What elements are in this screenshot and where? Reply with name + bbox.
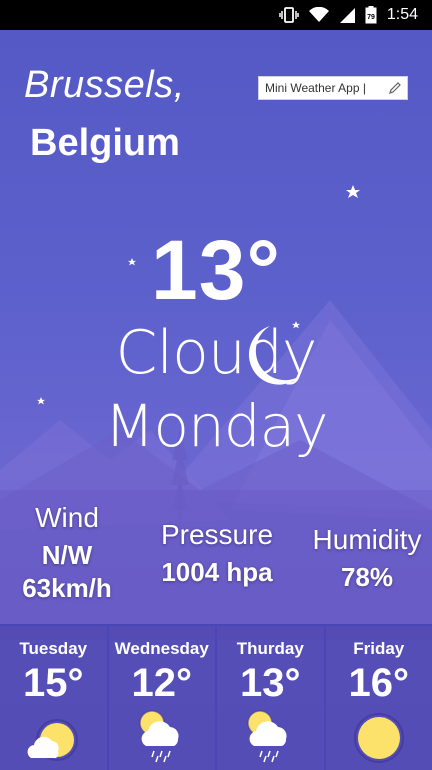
wifi-icon [308, 7, 329, 22]
pressure-label: Pressure [160, 519, 274, 550]
search-field[interactable] [258, 76, 408, 100]
forecast-strip: Tuesday 15° Wednesday 12° Thurday 13° Fr… [0, 624, 432, 770]
wind-direction: N/W [41, 540, 93, 570]
forecast-day-name: Tuesday [19, 639, 88, 658]
forecast-temp: 16° [348, 661, 410, 705]
country-name: Belgium [30, 122, 180, 164]
battery-level: 79 [367, 14, 375, 21]
forecast-temp: 15° [23, 661, 84, 705]
forecast-day-card[interactable]: Tuesday 15° [0, 624, 109, 770]
vibrate-icon [279, 7, 299, 23]
pencil-icon[interactable] [388, 81, 402, 95]
humidity-value: 78% [340, 562, 394, 592]
forecast-day-name: Friday [353, 639, 405, 658]
signal-icon [339, 8, 355, 23]
status-bar: 79 1:54 [0, 0, 432, 30]
wind-stat: Wind N/W 63km/h [8, 502, 126, 604]
star-icon [346, 185, 360, 198]
forecast-day-card[interactable]: Wednesday 12° [108, 624, 217, 770]
humidity-label: Humidity [312, 524, 422, 555]
forecast-temp: 12° [131, 661, 193, 705]
pressure-stat: Pressure 1004 hpa [148, 519, 286, 588]
wind-speed: 63km/h [22, 573, 112, 603]
forecast-day-name: Wednesday [114, 639, 209, 658]
clock: 1:54 [386, 6, 418, 23]
weather-screen: 79 1:54 Brussels, Belgium 13° Cloudy Mon… [0, 0, 432, 770]
forecast-day-name: Thurday [236, 639, 304, 658]
current-temperature: 13° [150, 223, 282, 317]
wind-label: Wind [35, 502, 99, 533]
forecast-temp: 13° [240, 661, 301, 705]
pressure-value: 1004 hpa [161, 557, 273, 587]
forecast-day-card[interactable]: Thurday 13° [217, 624, 326, 770]
current-day: Monday [104, 392, 329, 460]
search-input[interactable] [265, 81, 377, 95]
sun-rain-icon [139, 710, 179, 763]
sun-icon [353, 713, 404, 763]
humidity-stat: Humidity 78% [300, 524, 432, 593]
sun-rain-icon [247, 710, 287, 763]
partly-sunny-icon [27, 719, 79, 761]
crescent-moon-icon [248, 326, 300, 385]
forecast-day-card[interactable]: Friday 16° [325, 624, 432, 770]
weather-condition: Cloudy [115, 318, 318, 388]
city-name: Brussels, [24, 64, 185, 106]
battery-icon: 79 [365, 6, 377, 24]
